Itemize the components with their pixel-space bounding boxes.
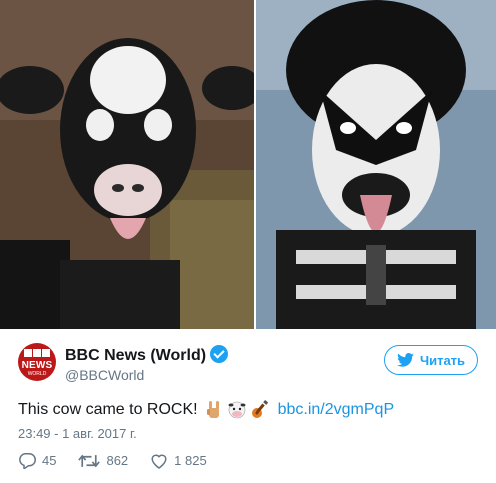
avatar-world-label: WORLD bbox=[27, 371, 47, 377]
twitter-bird-icon bbox=[397, 353, 414, 367]
cow-photo-illustration bbox=[0, 0, 254, 329]
cow-face-icon bbox=[228, 401, 246, 419]
tweet-text: This cow came to ROCK! bbc.in/2vgmPqP bbox=[18, 400, 394, 420]
author-name[interactable]: BBC News (World) bbox=[65, 345, 229, 365]
heart-icon bbox=[151, 454, 167, 469]
author-name-text: BBC News (World) bbox=[65, 347, 207, 364]
retweet-action[interactable]: 862 bbox=[78, 453, 128, 469]
bbc-logo-blocks bbox=[24, 349, 50, 357]
follow-button-label: Читать bbox=[419, 352, 466, 368]
avatar[interactable]: NEWS WORLD bbox=[18, 343, 56, 381]
avatar-news-label: NEWS bbox=[21, 360, 53, 371]
reply-icon bbox=[19, 453, 36, 469]
tweet-media[interactable] bbox=[0, 0, 496, 329]
tweet-timestamp[interactable]: 23:49 - 1 авг. 2017 г. bbox=[18, 426, 137, 441]
tweet-text-body: This cow came to ROCK! bbox=[18, 401, 198, 418]
like-action[interactable]: 1 825 bbox=[150, 452, 207, 469]
reply-count: 45 bbox=[42, 453, 57, 468]
rocker-photo-illustration bbox=[256, 0, 496, 329]
tweet-link[interactable]: bbc.in/2vgmPqP bbox=[278, 401, 395, 419]
author-handle[interactable]: @BBCWorld bbox=[65, 367, 144, 383]
cow-photo[interactable] bbox=[0, 0, 254, 329]
reply-action[interactable]: 45 bbox=[18, 452, 56, 469]
retweet-count: 862 bbox=[106, 453, 129, 468]
retweet-icon bbox=[78, 454, 101, 467]
rocker-photo[interactable] bbox=[256, 0, 496, 329]
guitar-icon bbox=[251, 400, 268, 418]
like-count: 1 825 bbox=[174, 453, 207, 468]
tweet-actions: 45 862 1 825 bbox=[18, 452, 229, 469]
follow-button[interactable]: Читать bbox=[384, 345, 478, 375]
rock-on-hand-icon bbox=[206, 401, 219, 418]
tweet-header: NEWS WORLD BBC News (World) @BBCWorld Чи… bbox=[18, 343, 478, 383]
verified-badge-icon bbox=[210, 345, 229, 363]
